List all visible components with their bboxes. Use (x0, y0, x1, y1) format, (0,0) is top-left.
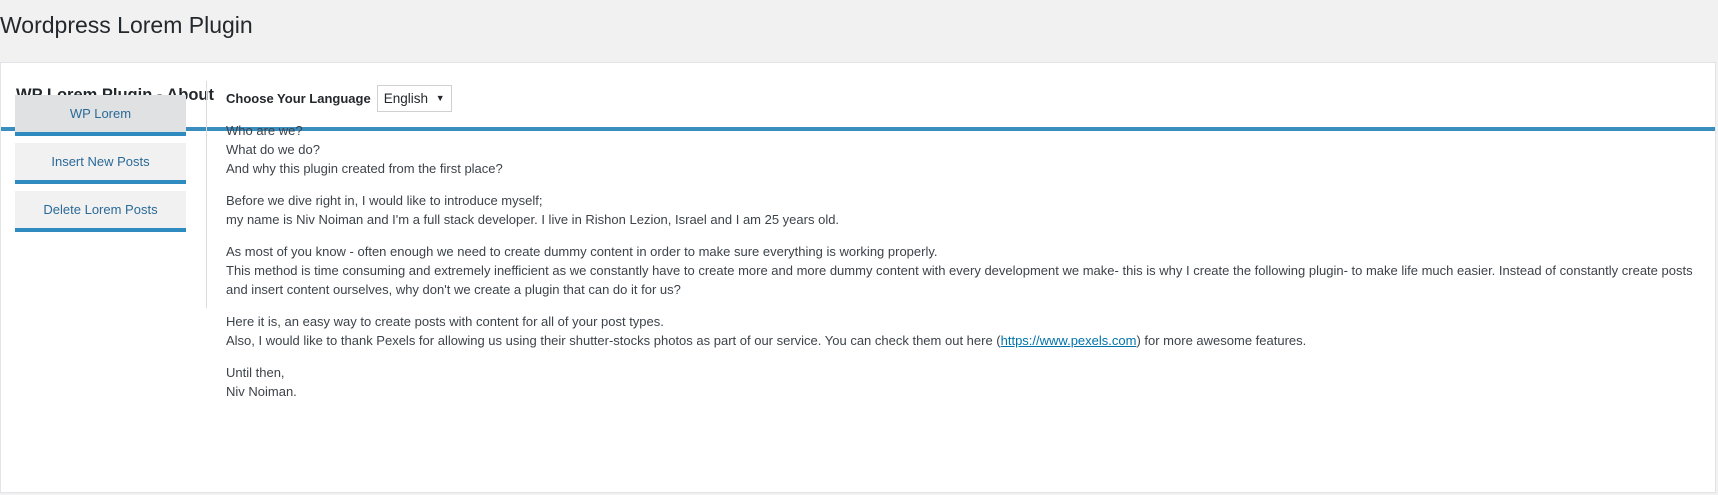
page-title: Wordpress Lorem Plugin (0, 12, 253, 38)
about-paragraph-2: Before we dive right in, I would like to… (226, 191, 1706, 229)
language-row: Choose Your Language English ▼ (226, 84, 1706, 112)
about-line: Here it is, an easy way to create posts … (226, 314, 664, 329)
sidebar-item-wp-lorem[interactable]: WP Lorem (15, 95, 186, 136)
about-paragraph-4: Here it is, an easy way to create posts … (226, 312, 1706, 350)
pexels-link[interactable]: https://www.pexels.com (1001, 333, 1137, 348)
language-select[interactable]: English ▼ (376, 84, 452, 112)
about-line: my name is Niv Noiman and I'm a full sta… (226, 212, 840, 227)
about-paragraph-3: As most of you know - often enough we ne… (226, 242, 1706, 299)
language-label: Choose Your Language (226, 90, 371, 106)
about-text: Also, I would like to thank Pexels for a… (226, 333, 1001, 348)
sidebar-item-delete-lorem-posts[interactable]: Delete Lorem Posts (15, 191, 186, 232)
about-content: Choose Your Language English ▼ Who are w… (226, 84, 1706, 414)
about-line: And why this plugin created from the fir… (226, 161, 503, 176)
language-selected-value: English (383, 90, 428, 106)
about-text: ) for more awesome features. (1136, 333, 1307, 348)
about-line: Until then, (226, 365, 285, 380)
sidebar: WP Lorem Insert New Posts Delete Lorem P… (15, 95, 186, 239)
about-line-with-link: Also, I would like to thank Pexels for a… (226, 331, 1706, 350)
about-line: As most of you know - often enough we ne… (226, 244, 938, 259)
signature: Niv Noiman. (226, 384, 297, 399)
vertical-divider (206, 81, 207, 308)
about-line: Before we dive right in, I would like to… (226, 193, 543, 208)
about-paragraph-1: Who are we? What do we do? And why this … (226, 121, 1706, 178)
about-paragraph-5: Until then, Niv Noiman. (226, 363, 1706, 401)
sidebar-item-insert-new-posts[interactable]: Insert New Posts (15, 143, 186, 184)
about-line: Who are we? (226, 123, 303, 138)
chevron-down-icon: ▼ (435, 92, 445, 103)
about-line: What do we do? (226, 142, 320, 157)
about-line: This method is time consuming and extrem… (226, 263, 1693, 297)
